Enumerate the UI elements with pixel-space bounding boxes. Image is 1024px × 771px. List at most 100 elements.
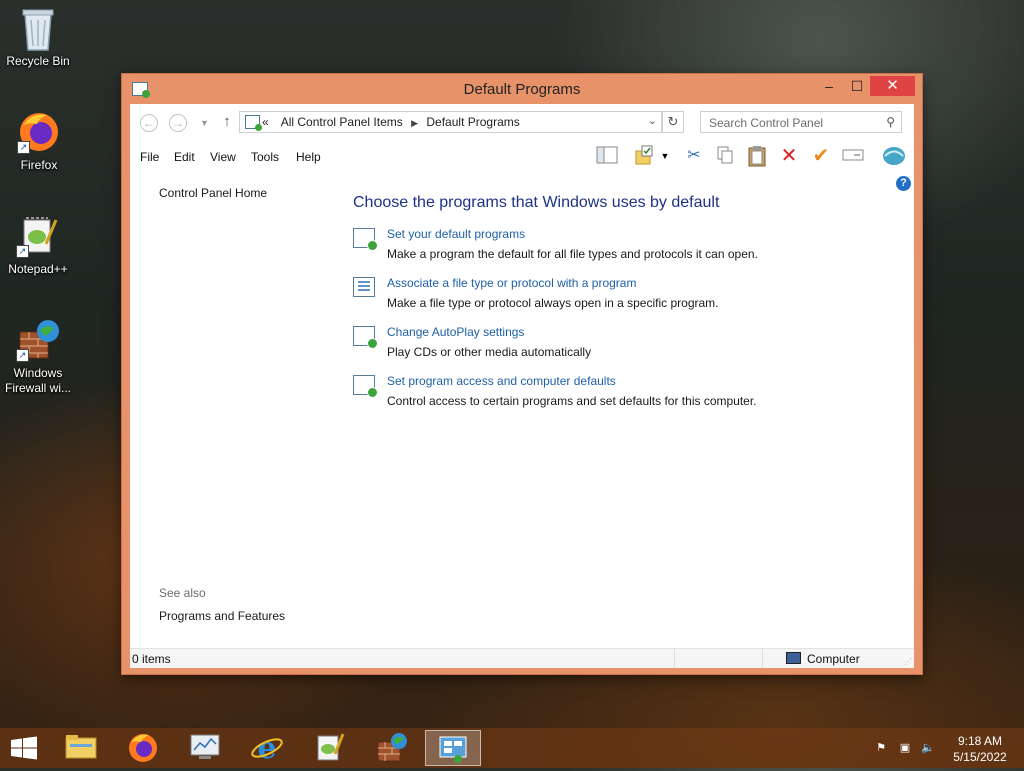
left-navigation-pane: Control Panel Home [159, 186, 267, 200]
control-panel-icon [439, 736, 467, 763]
clock-date: 5/15/2022 [953, 750, 1007, 764]
taskbar-firefox[interactable] [115, 730, 171, 766]
default-programs-window: Default Programs – ☐ ✕ ← → ▼ ↑ « All Con… [122, 74, 922, 674]
firefox-icon: ↗ [17, 110, 61, 154]
task-program-access-defaults: Set program access and computer defaults… [353, 374, 873, 414]
status-divider [674, 649, 675, 668]
firefox-icon [129, 734, 157, 762]
menu-bar: File Edit View Tools Help ▼ ✂ ✕ ✔ [130, 140, 914, 170]
set-default-programs-link[interactable]: Set your default programs [387, 227, 525, 241]
folder-options-icon[interactable] [634, 145, 656, 167]
control-panel-home-link[interactable]: Control Panel Home [159, 186, 267, 200]
taskbar-control-panel[interactable] [425, 730, 481, 766]
copy-icon[interactable] [714, 145, 736, 167]
file-explorer-icon [65, 735, 97, 759]
up-button[interactable]: ↑ [218, 113, 236, 133]
navigation-bar: ← → ▼ ↑ « All Control Panel Items ▶ Defa… [130, 104, 914, 140]
desktop-icon-recycle-bin[interactable]: Recycle Bin [0, 6, 76, 69]
menu-help[interactable]: Help [296, 150, 321, 164]
forward-button[interactable]: → [169, 114, 187, 132]
task-associate-file-type: Associate a file type or protocol with a… [353, 276, 873, 316]
item-count: 0 items [132, 652, 171, 666]
windows-logo-icon [11, 736, 37, 760]
taskbar-windows-firewall[interactable] [363, 730, 419, 766]
title-bar[interactable]: Default Programs – ☐ ✕ [122, 74, 922, 104]
windows-firewall-icon: ↗ [16, 318, 60, 362]
file-association-icon [353, 277, 375, 297]
breadcrumb-default-programs[interactable]: Default Programs [426, 115, 519, 129]
help-icon[interactable]: ? [896, 176, 911, 191]
desktop-icon-windows-firewall[interactable]: ↗ Windows Firewall wi... [0, 318, 76, 396]
desktop-icon-label: Windows Firewall wi... [5, 366, 72, 395]
shell-globe-icon[interactable] [882, 145, 905, 167]
search-input[interactable] [707, 113, 881, 133]
window-client-area: ← → ▼ ↑ « All Control Panel Items ▶ Defa… [130, 104, 914, 668]
autoplay-icon [353, 326, 378, 349]
menu-edit[interactable]: Edit [174, 150, 195, 164]
search-icon[interactable]: ⚲ [886, 115, 895, 129]
chevron-down-icon[interactable]: ▼ [658, 145, 672, 167]
notepad-plus-plus-icon [317, 733, 345, 761]
properties-check-icon[interactable]: ✔ [810, 145, 832, 167]
status-zone: Computer [786, 652, 860, 666]
delete-icon[interactable]: ✕ [778, 145, 800, 167]
back-button[interactable]: ← [140, 114, 158, 132]
desktop-icon-firefox[interactable]: ↗ Firefox [1, 110, 77, 173]
network-icon[interactable]: ▣ [898, 741, 912, 755]
address-bar[interactable]: « All Control Panel Items ▶ Default Prog… [239, 111, 662, 133]
breadcrumb-overflow[interactable]: « [262, 115, 269, 129]
desktop-icon-notepad-plus-plus[interactable]: ↗ Notepad++ [0, 214, 76, 277]
resource-monitor-icon [190, 734, 220, 759]
svg-text:e: e [257, 731, 276, 764]
taskbar-file-explorer[interactable] [53, 730, 109, 766]
close-button[interactable]: ✕ [870, 76, 915, 96]
window-title: Default Programs [463, 81, 581, 98]
volume-muted-icon[interactable]: 🔈 [921, 741, 935, 755]
breadcrumb-all-control-panel-items[interactable]: All Control Panel Items [281, 115, 403, 129]
breadcrumb: « All Control Panel Items ▶ Default Prog… [262, 115, 520, 129]
minimize-button[interactable]: – [816, 76, 842, 96]
taskbar-resource-monitor[interactable] [177, 730, 233, 766]
status-divider [762, 649, 763, 668]
status-zone-label: Computer [807, 652, 860, 666]
shortcut-arrow-icon: ↗ [17, 141, 30, 154]
refresh-button[interactable]: ↻ [662, 111, 684, 133]
program-access-defaults-link[interactable]: Set program access and computer defaults [387, 374, 616, 388]
breadcrumb-separator-icon[interactable]: ▶ [406, 118, 423, 128]
menu-tools[interactable]: Tools [251, 150, 279, 164]
recent-locations-dropdown-icon[interactable]: ▼ [200, 118, 209, 128]
status-bar: 0 items Computer ⋰ [130, 648, 914, 668]
action-center-flag-icon[interactable]: ⚑ [874, 741, 888, 755]
maximize-button[interactable]: ☐ [844, 76, 870, 96]
paste-icon[interactable] [746, 145, 768, 167]
system-clock[interactable]: 9:18 AM 5/15/2022 [940, 733, 1020, 765]
control-panel-icon [245, 115, 262, 131]
resize-grip-icon[interactable]: ⋰ [904, 657, 912, 666]
taskbar-notepad-plus-plus[interactable] [301, 730, 357, 766]
taskbar: e ⚑ ▣ 🔈 9:18 AM 5/15/2022 [0, 728, 1024, 768]
layout-pane-icon[interactable] [596, 145, 618, 167]
chevron-down-icon[interactable]: ⌄ [648, 114, 657, 127]
computer-icon [786, 652, 801, 664]
task-description: Play CDs or other media automatically [387, 345, 592, 359]
internet-explorer-icon: e [251, 731, 283, 766]
notepad-plus-plus-icon: ↗ [16, 214, 60, 258]
task-set-default-programs: Set your default programs Make a program… [353, 227, 873, 267]
menu-file[interactable]: File [140, 150, 159, 164]
desktop-icon-label: Recycle Bin [6, 54, 70, 68]
taskbar-internet-explorer[interactable]: e [239, 730, 295, 766]
change-autoplay-settings-link[interactable]: Change AutoPlay settings [387, 325, 524, 339]
task-autoplay-settings: Change AutoPlay settings Play CDs or oth… [353, 325, 873, 365]
shortcut-arrow-icon: ↗ [16, 349, 29, 362]
rename-icon[interactable] [842, 145, 864, 167]
programs-and-features-link[interactable]: Programs and Features [159, 609, 285, 623]
desktop-icon-label: Firefox [20, 158, 58, 172]
default-programs-icon [353, 228, 378, 251]
shortcut-arrow-icon: ↗ [16, 245, 29, 258]
menu-view[interactable]: View [210, 150, 236, 164]
program-access-icon [353, 375, 378, 398]
start-button[interactable] [0, 728, 48, 768]
associate-file-type-link[interactable]: Associate a file type or protocol with a… [387, 276, 636, 290]
search-box[interactable]: ⚲ [700, 111, 902, 133]
cut-icon[interactable]: ✂ [683, 145, 705, 167]
